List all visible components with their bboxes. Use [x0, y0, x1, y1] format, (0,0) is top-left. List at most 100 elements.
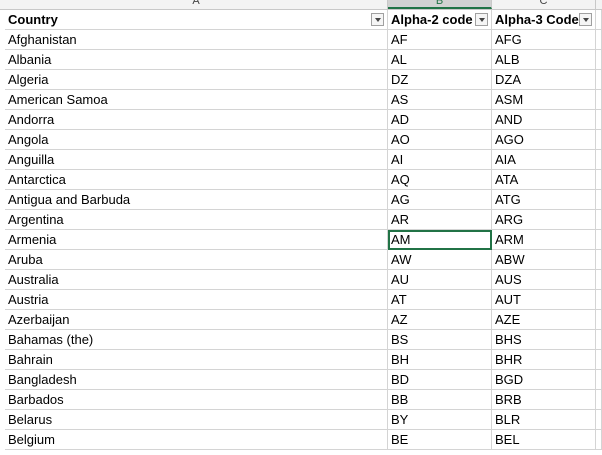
cell-d[interactable]	[596, 350, 602, 370]
cell-country[interactable]: Antarctica	[5, 170, 388, 190]
cell-alpha3[interactable]: DZA	[492, 70, 596, 90]
cell-alpha3[interactable]: ARG	[492, 210, 596, 230]
cell-d[interactable]	[596, 30, 602, 50]
cell-country[interactable]: Afghanistan	[5, 30, 388, 50]
cell-country[interactable]: Angola	[5, 130, 388, 150]
cell-alpha2[interactable]: AD	[388, 110, 492, 130]
cell-d[interactable]	[596, 310, 602, 330]
cell-alpha3[interactable]: AFG	[492, 30, 596, 50]
cell-alpha3[interactable]: AIA	[492, 150, 596, 170]
cell-country[interactable]: Belarus	[5, 410, 388, 430]
header-cell-alpha2[interactable]: Alpha-2 code	[388, 10, 492, 30]
cell-country[interactable]: Antigua and Barbuda	[5, 190, 388, 210]
table-row: Bahamas (the) BS BHS	[0, 330, 602, 350]
cell-alpha3[interactable]: ATG	[492, 190, 596, 210]
cell-d[interactable]	[596, 250, 602, 270]
cell-country[interactable]: Algeria	[5, 70, 388, 90]
cell-alpha2[interactable]: AW	[388, 250, 492, 270]
cell-alpha2[interactable]: DZ	[388, 70, 492, 90]
cell-d[interactable]	[596, 170, 602, 190]
column-header-label: B	[435, 0, 444, 7]
header-cell-country[interactable]: Country	[5, 10, 388, 30]
cell-country[interactable]: Argentina	[5, 210, 388, 230]
cell-country[interactable]: Armenia	[5, 230, 388, 250]
table-row: Armenia AM ARM	[0, 230, 602, 250]
cell-alpha2[interactable]: BY	[388, 410, 492, 430]
table-row: Antarctica AQ ATA	[0, 170, 602, 190]
cell-d[interactable]	[596, 10, 602, 30]
cell-alpha2[interactable]: AT	[388, 290, 492, 310]
cell-alpha3[interactable]: AND	[492, 110, 596, 130]
cell-alpha2[interactable]: BH	[388, 350, 492, 370]
cell-d[interactable]	[596, 50, 602, 70]
cell-alpha3[interactable]: ALB	[492, 50, 596, 70]
cell-country[interactable]: Bangladesh	[5, 370, 388, 390]
cell-alpha3[interactable]: AZE	[492, 310, 596, 330]
cell-d[interactable]	[596, 430, 602, 450]
cell-country[interactable]: Albania	[5, 50, 388, 70]
cell-country[interactable]: Andorra	[5, 110, 388, 130]
cell-alpha3[interactable]: BHS	[492, 330, 596, 350]
cell-country[interactable]: Barbados	[5, 390, 388, 410]
cell-alpha2[interactable]: AS	[388, 90, 492, 110]
cell-d[interactable]	[596, 110, 602, 130]
cell-alpha3[interactable]: ABW	[492, 250, 596, 270]
cell-d[interactable]	[596, 230, 602, 250]
cell-d[interactable]	[596, 410, 602, 430]
cell-d[interactable]	[596, 150, 602, 170]
cell-alpha2[interactable]: BD	[388, 370, 492, 390]
table-row: Anguilla AI AIA	[0, 150, 602, 170]
cell-alpha2[interactable]: AF	[388, 30, 492, 50]
cell-alpha3[interactable]: BLR	[492, 410, 596, 430]
cell-alpha2[interactable]: AU	[388, 270, 492, 290]
cell-alpha2[interactable]: AR	[388, 210, 492, 230]
header-cell-alpha3[interactable]: Alpha-3 Code	[492, 10, 596, 30]
cell-d[interactable]	[596, 270, 602, 290]
cell-alpha3[interactable]: BRB	[492, 390, 596, 410]
cell-alpha2[interactable]: AQ	[388, 170, 492, 190]
filter-dropdown-icon[interactable]	[371, 13, 384, 26]
column-header-b[interactable]: B	[388, 0, 492, 9]
filter-dropdown-icon[interactable]	[579, 13, 592, 26]
cell-alpha2[interactable]: BS	[388, 330, 492, 350]
filter-dropdown-icon[interactable]	[475, 13, 488, 26]
cell-d[interactable]	[596, 90, 602, 110]
cell-country[interactable]: Bahamas (the)	[5, 330, 388, 350]
cell-alpha2[interactable]: AI	[388, 150, 492, 170]
cell-d[interactable]	[596, 290, 602, 310]
cell-country[interactable]: Anguilla	[5, 150, 388, 170]
cell-alpha3[interactable]: ATA	[492, 170, 596, 190]
cell-alpha3[interactable]: BHR	[492, 350, 596, 370]
cell-alpha2[interactable]: AM	[388, 230, 492, 250]
table-row: Belgium BE BEL	[0, 430, 602, 450]
cell-alpha3[interactable]: ASM	[492, 90, 596, 110]
cell-alpha2[interactable]: BE	[388, 430, 492, 450]
cell-alpha2[interactable]: AZ	[388, 310, 492, 330]
cell-alpha2[interactable]: BB	[388, 390, 492, 410]
cell-alpha3[interactable]: AUS	[492, 270, 596, 290]
cell-country[interactable]: Azerbaijan	[5, 310, 388, 330]
cell-alpha3[interactable]: AGO	[492, 130, 596, 150]
cell-alpha2[interactable]: AO	[388, 130, 492, 150]
cell-alpha3[interactable]: BGD	[492, 370, 596, 390]
cell-d[interactable]	[596, 390, 602, 410]
cell-alpha3[interactable]: AUT	[492, 290, 596, 310]
cell-country[interactable]: Bahrain	[5, 350, 388, 370]
cell-country[interactable]: Austria	[5, 290, 388, 310]
cell-alpha2[interactable]: AL	[388, 50, 492, 70]
column-header-a[interactable]: A	[5, 0, 388, 9]
cell-country[interactable]: Aruba	[5, 250, 388, 270]
cell-d[interactable]	[596, 210, 602, 230]
cell-d[interactable]	[596, 130, 602, 150]
cell-alpha3[interactable]: BEL	[492, 430, 596, 450]
cell-alpha3[interactable]: ARM	[492, 230, 596, 250]
cell-d[interactable]	[596, 190, 602, 210]
cell-country[interactable]: Australia	[5, 270, 388, 290]
column-header-c[interactable]: C	[492, 0, 596, 9]
cell-country[interactable]: American Samoa	[5, 90, 388, 110]
cell-d[interactable]	[596, 70, 602, 90]
cell-d[interactable]	[596, 330, 602, 350]
cell-country[interactable]: Belgium	[5, 430, 388, 450]
cell-alpha2[interactable]: AG	[388, 190, 492, 210]
cell-d[interactable]	[596, 370, 602, 390]
